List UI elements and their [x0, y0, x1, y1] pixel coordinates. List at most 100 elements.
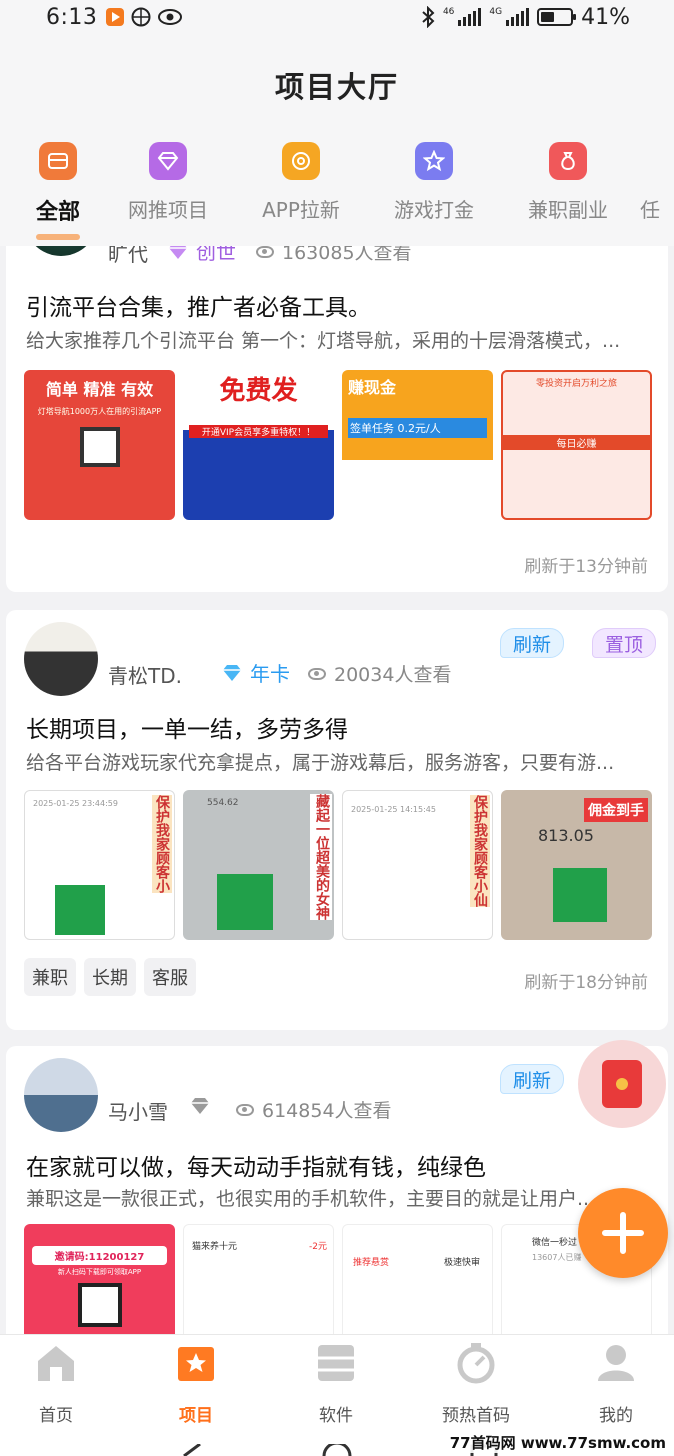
post-title[interactable]: 在家就可以做，每天动动手指就有钱，纯绿色: [26, 1148, 486, 1182]
tab-software[interactable]: 软件: [276, 1341, 396, 1426]
battery-percent: 41%: [581, 4, 630, 30]
eye-icon: [256, 246, 274, 258]
eye-status-icon: [158, 9, 183, 25]
view-count-text: 20034人查看: [334, 664, 452, 686]
post-card[interactable]: 刷新 置顶 青松TD. 年卡 20034人查看 长期项目，一单一结，多劳多得 给…: [6, 610, 668, 1030]
post-image[interactable]: 2025-01-25 14:15:45 保护我家顾客小仙: [342, 790, 493, 940]
status-right: 46 4G 41%: [421, 5, 630, 30]
view-count-text: 163085人查看: [282, 246, 412, 264]
coin-icon: [282, 142, 320, 180]
post-title[interactable]: 引流平台合集，推广者必备工具。: [26, 288, 371, 322]
tab-net-promotion[interactable]: 网推项目: [108, 142, 228, 223]
eye-icon: [236, 1103, 254, 1116]
tab-task-label: 任: [640, 198, 660, 222]
post-description[interactable]: 兼职这是一款很正式，也很实用的手机软件，主要目的就是让用户...: [26, 1184, 646, 1211]
post-image[interactable]: 554.62 藏起一位超美的女神: [183, 790, 334, 940]
diamond-badge-icon: [223, 664, 241, 681]
all-icon: [39, 142, 77, 180]
post-title[interactable]: 长期项目，一单一结，多劳多得: [26, 710, 348, 744]
tab-side-job-label: 兼职副业: [528, 198, 608, 222]
profile-icon: [598, 1345, 634, 1381]
tab-preheat-code[interactable]: 预热首码: [416, 1341, 536, 1426]
back-icon[interactable]: [180, 1444, 204, 1456]
refresh-time: 刷新于18分钟前: [524, 973, 648, 993]
tab-net-promotion-label: 网推项目: [128, 198, 208, 222]
level-label: 年卡: [250, 662, 290, 686]
add-post-button[interactable]: [578, 1188, 668, 1278]
tab-home-label: 首页: [39, 1406, 73, 1426]
tag[interactable]: 兼职: [24, 958, 76, 996]
post-images: 2025-01-25 23:44:59 保护我家顾客小 554.62 藏起一位超…: [24, 790, 652, 940]
tab-preheat-code-label: 预热首码: [442, 1406, 510, 1426]
timer-icon: [457, 1343, 495, 1384]
eye-icon: [308, 667, 326, 680]
post-image[interactable]: 猫来养十元 -2元: [183, 1224, 334, 1334]
post-image[interactable]: 邀请码:11200127 新人扫码下载即可领取APP: [24, 1224, 175, 1334]
avatar[interactable]: [24, 622, 98, 696]
tab-app-referral[interactable]: APP拉新: [241, 142, 361, 223]
tab-app-referral-label: APP拉新: [262, 198, 340, 222]
tag[interactable]: 客服: [144, 958, 196, 996]
post-images: 邀请码:11200127 新人扫码下载即可领取APP 猫来养十元 -2元 推荐悬…: [24, 1224, 652, 1334]
post-image[interactable]: 813.05 佣金到手: [501, 790, 652, 940]
tab-project-label: 项目: [179, 1406, 213, 1426]
home-icon: [38, 1346, 74, 1381]
tab-task[interactable]: 任: [640, 142, 674, 223]
post-card[interactable]: 刷新 马小雪 614854人查看 在家就可以做，每天动动手指就有钱，纯绿色 兼职…: [6, 1046, 668, 1334]
task-icon: [641, 142, 674, 180]
tab-home[interactable]: 首页: [0, 1341, 116, 1426]
signal-1-icon: 46: [443, 8, 482, 26]
battery-icon: [537, 8, 577, 26]
tab-game-gold[interactable]: 游戏打金: [374, 142, 494, 223]
level-label: 创世: [196, 246, 236, 264]
post-image[interactable]: 推荐悬赏 极速快审: [342, 1224, 493, 1334]
home-nav-icon[interactable]: [322, 1444, 352, 1456]
post-image[interactable]: 2025-01-25 23:44:59 保护我家顾客小: [24, 790, 175, 940]
signal-2-icon: 4G: [489, 8, 530, 26]
avatar[interactable]: [24, 1058, 98, 1132]
post-description[interactable]: 给各平台游戏玩家代充拿提点，属于游戏幕后，服务游客，只要有游...: [26, 748, 646, 775]
post-image[interactable]: 免费发 开通VIP会员享多重特权！！: [183, 370, 334, 520]
project-icon: [178, 1347, 214, 1381]
view-count: 614854人查看: [236, 1096, 392, 1123]
bottom-tab-bar: 首页 项目 软件 预热首码 我的: [0, 1334, 674, 1430]
refresh-time: 刷新于13分钟前: [524, 557, 648, 577]
tab-side-job[interactable]: 兼职副业: [508, 142, 628, 223]
post-username[interactable]: 青松TD.: [108, 660, 182, 689]
diamond-badge-icon: [169, 246, 187, 259]
post-username[interactable]: 旷代: [108, 246, 148, 267]
status-app-icons: [105, 7, 183, 27]
post-feed[interactable]: 旷代 创世 163085人查看 引流平台合集，推广者必备工具。 给大家推荐几个引…: [0, 246, 674, 1334]
level-badge: [188, 1096, 212, 1116]
post-description[interactable]: 给大家推荐几个引流平台 第一个：灯塔导航，采用的十层滑落模式，...: [26, 326, 646, 353]
tab-game-gold-label: 游戏打金: [394, 198, 474, 222]
diamond-icon: [149, 142, 187, 180]
tab-project[interactable]: 项目: [136, 1341, 256, 1426]
red-envelope-icon: [602, 1060, 642, 1108]
watermark: 77首码网 www.77smw.com: [445, 1432, 670, 1453]
tab-mine-label: 我的: [599, 1406, 633, 1426]
level-badge: 年卡: [220, 658, 290, 687]
tab-mine[interactable]: 我的: [556, 1341, 674, 1426]
refresh-pill: 刷新: [500, 1064, 565, 1094]
post-image[interactable]: 零投资开启万利之旅 每日必赚: [501, 370, 652, 520]
tab-software-label: 软件: [319, 1406, 353, 1426]
tag[interactable]: 长期: [84, 958, 136, 996]
post-username[interactable]: 马小雪: [108, 1096, 168, 1125]
level-badge: 创世: [166, 246, 236, 265]
basketball-icon: [131, 7, 151, 27]
red-envelope-button[interactable]: [578, 1040, 666, 1128]
post-image[interactable]: 赚现金 签单任务 0.2元/人: [342, 370, 493, 520]
diamond-badge-icon: [191, 1098, 209, 1114]
system-nav-bar: 77首码网 www.77smw.com: [0, 1430, 674, 1456]
post-card[interactable]: 旷代 创世 163085人查看 引流平台合集，推广者必备工具。 给大家推荐几个引…: [6, 246, 668, 592]
active-tab-indicator: [36, 234, 80, 240]
view-count: 20034人查看: [308, 660, 451, 687]
tab-all[interactable]: 全部: [0, 142, 118, 226]
post-image[interactable]: 简单 精准 有效 灯塔导航1000万人在用的引流APP: [24, 370, 175, 520]
page-title: 项目大厅: [274, 70, 399, 104]
money-bag-icon: [549, 142, 587, 180]
pinned-pill: 置顶: [592, 628, 657, 658]
avatar[interactable]: [24, 246, 98, 256]
view-count-text: 614854人查看: [262, 1100, 392, 1122]
